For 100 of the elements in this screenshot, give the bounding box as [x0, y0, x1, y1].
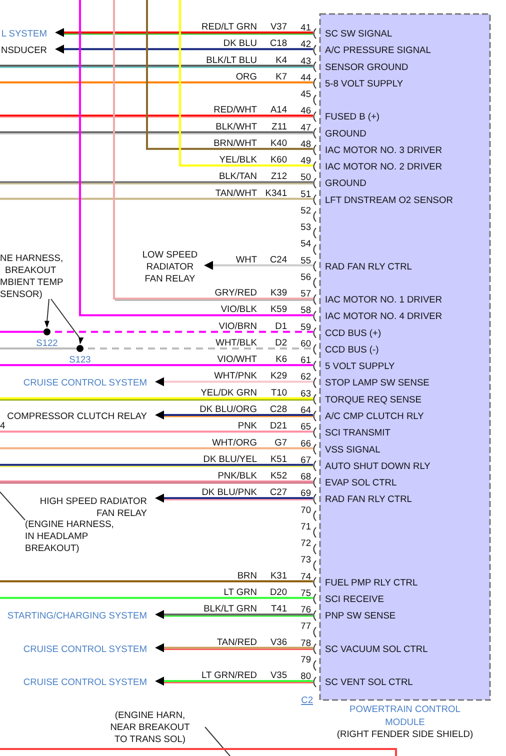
destination-label: FAN RELAY [96, 508, 147, 518]
pin-number: 73 [300, 554, 311, 565]
pin-number: 46 [300, 106, 311, 116]
pin-function-label: IAC MOTOR NO. 1 DRIVER [325, 294, 442, 305]
harness-note: IN HEADLAMP [25, 531, 88, 541]
pin-socket-icon [313, 244, 316, 256]
splice-dot [44, 328, 50, 336]
pin-function-label: SCI TRANSMIT [325, 428, 390, 438]
pin-function-label: PNP SW SENSE [325, 610, 396, 621]
pin-number: 67 [300, 454, 311, 465]
wire-color-label: YEL/DK GRN [200, 387, 257, 398]
connector-link[interactable]: C2 [301, 695, 313, 705]
circuit-label: K51 [270, 454, 287, 464]
pin-socket-icon [313, 360, 316, 372]
pin-number: 72 [300, 538, 311, 548]
pin-socket-icon [313, 494, 316, 505]
circuit-label: K52 [270, 470, 287, 480]
pin-socket-icon [313, 178, 316, 189]
pin-socket-icon [313, 526, 316, 538]
leader-line [0, 492, 26, 520]
pin-socket-icon [313, 477, 316, 488]
pin-number: 61 [300, 355, 311, 366]
wire-color-label: DK BLU [223, 38, 257, 48]
pin-socket-icon [313, 593, 316, 604]
pin-function-label: 5-8 VOLT SUPPLY [325, 78, 404, 88]
pin-number: 65 [300, 422, 311, 432]
destination-link[interactable]: CRUISE CONTROL SYSTEM [23, 378, 147, 388]
pin-socket-icon [313, 643, 316, 654]
pin-function-label: GROUND [325, 128, 366, 138]
wire-color-label: VIO/BLK [220, 304, 257, 314]
pin-number: 79 [300, 654, 311, 664]
destination-link[interactable]: STARTING/CHARGING SYSTEM [7, 610, 147, 621]
circuit-label: D2 [275, 337, 287, 348]
harness-note: (ENGINE HARNESS, [25, 519, 114, 529]
pin-socket-icon [313, 444, 316, 455]
circuit-label: D1 [275, 320, 287, 331]
leader-line [204, 726, 230, 756]
pin-socket-icon [313, 194, 316, 206]
pin-number: 71 [300, 521, 311, 532]
pin-number: 75 [300, 588, 311, 598]
pin-socket-icon [313, 228, 316, 239]
circuit-label: K39 [270, 288, 287, 298]
pin-number: 42 [300, 39, 311, 50]
pin-socket-icon [313, 560, 316, 572]
circuit-label: C18 [270, 38, 287, 48]
pin-socket-icon [313, 161, 316, 172]
destination-link[interactable]: CRUISE CONTROL SYSTEM [23, 677, 147, 688]
pin-function-label: A/C PRESSURE SIGNAL [325, 45, 431, 56]
circuit-label: K60 [270, 154, 287, 165]
circuit-label: K31 [270, 570, 287, 580]
wire-color-label: RED/WHT [214, 104, 257, 115]
pin-number: 51 [300, 188, 311, 199]
pin-socket-icon [313, 111, 316, 122]
splice-label: S122 [36, 338, 58, 348]
pin-socket-icon [313, 626, 316, 638]
pin-socket-icon [313, 576, 316, 588]
circuit-label: V37 [270, 22, 287, 32]
destination-link[interactable]: L SYSTEM [1, 28, 47, 38]
arrowhead-icon [204, 260, 213, 270]
pin-number: 45 [300, 89, 311, 100]
harness-note: SENSOR) [0, 289, 42, 299]
pin-number: 64 [300, 405, 311, 415]
wire-color-label: TAN/RED [216, 636, 257, 647]
harness-note: BREAKOUT [5, 265, 56, 275]
circuit-label: Z11 [272, 121, 287, 132]
destination-label: RADIATOR [146, 261, 194, 272]
pin-socket-icon [313, 144, 316, 156]
pin-number: 78 [300, 638, 311, 648]
pin-socket-icon [313, 510, 316, 522]
pin-number: 50 [300, 172, 311, 182]
destination-link[interactable]: CRUISE CONTROL SYSTEM [23, 644, 147, 654]
pin-function-label: 5 VOLT SUPPLY [325, 361, 395, 372]
pin-socket-icon [313, 610, 316, 622]
pin-socket-icon [313, 78, 316, 89]
circuit-label: V36 [270, 636, 287, 647]
pin-socket-icon [313, 294, 316, 306]
circuit-label: K59 [270, 304, 287, 314]
pin-function-label: SC VENT SOL CTRL [325, 677, 413, 688]
circuit-label: K341 [265, 188, 287, 198]
pin-socket-icon [313, 260, 316, 272]
wire-color-label: WHT/ORG [212, 437, 257, 448]
pin-function-label: EVAP SOL CTRL [325, 478, 397, 488]
wire-color-label: BRN [237, 570, 257, 580]
wire-color-label: RED/LT GRN [202, 22, 257, 32]
circuit-label: K40 [270, 138, 287, 148]
arrowhead-icon [155, 643, 164, 652]
pin-number: 77 [300, 621, 311, 632]
arrowhead-icon [155, 676, 164, 686]
wire-color-label: YEL/BLK [219, 154, 257, 165]
wire-color-label: TAN/WHT [215, 188, 257, 198]
wire-color-label: BLK/LT GRN [204, 604, 257, 614]
circuit-label: C28 [270, 404, 287, 414]
pin-function-label: SC VACUUM SOL CTRL [325, 644, 428, 654]
splice-label: S123 [69, 354, 91, 364]
pin-function-label: FUSED B (+) [325, 112, 380, 122]
arrowhead-icon [155, 610, 164, 620]
pin-function-label: STOP LAMP SW SENSE [325, 378, 430, 388]
pin-function-label: IAC MOTOR NO. 4 DRIVER [325, 311, 442, 322]
pin-number: 49 [300, 156, 311, 166]
pin-number: 74 [300, 571, 311, 582]
